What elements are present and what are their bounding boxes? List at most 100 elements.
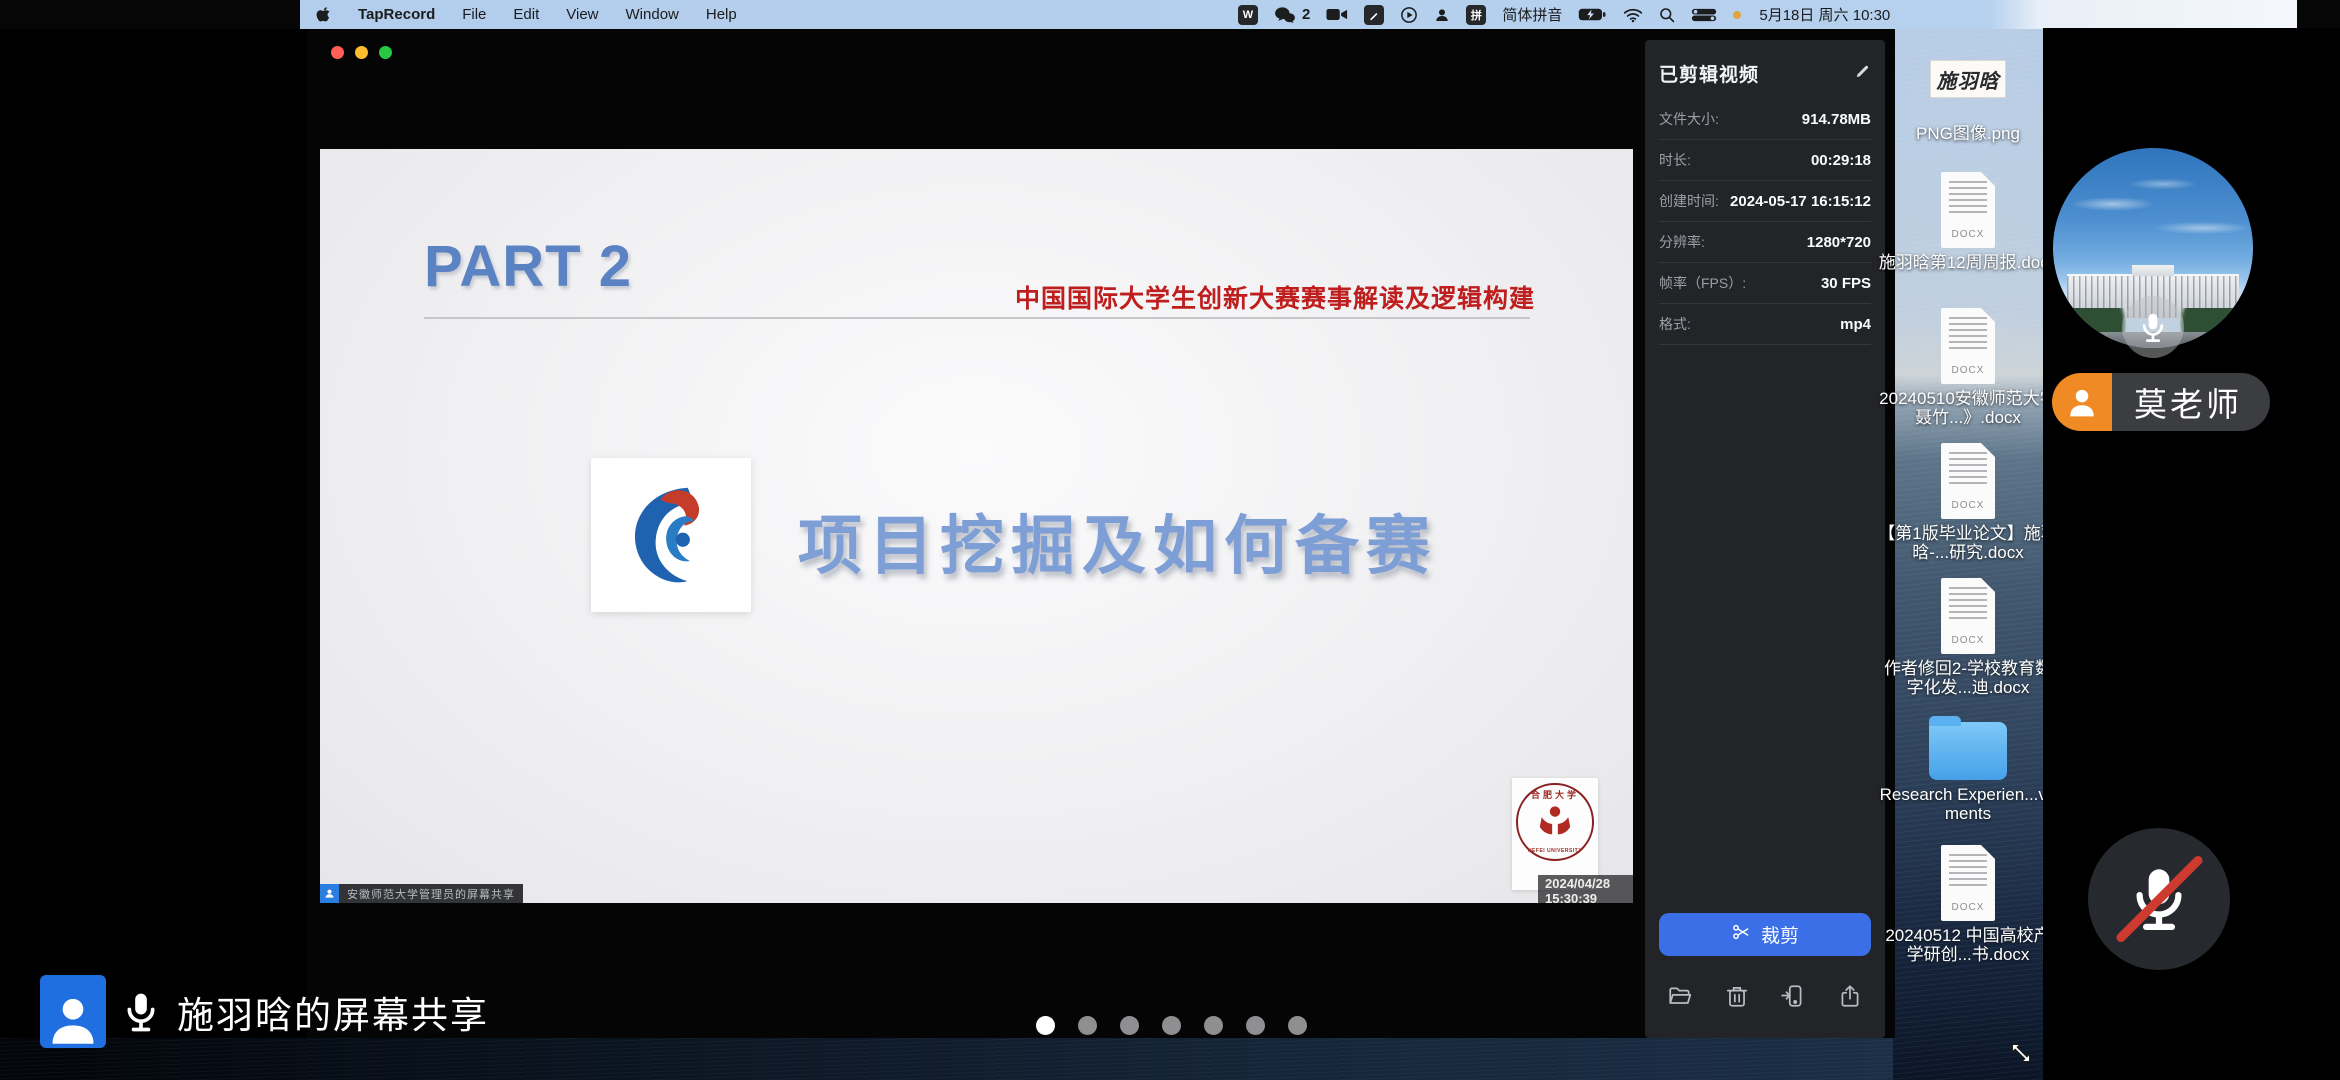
user-account-icon[interactable]	[1434, 7, 1450, 23]
info-row: 创建时间:2024-05-17 16:15:12	[1659, 181, 1871, 222]
desktop-icon-png[interactable]: 施羽晗 PNG图像.png	[1893, 60, 2043, 143]
control-center-icon[interactable]	[1691, 7, 1717, 23]
row-label: 分辨率:	[1659, 232, 1705, 252]
participant-person-icon	[2052, 373, 2112, 431]
resize-cursor	[2008, 1040, 2034, 1071]
crop-button-label: 裁剪	[1761, 921, 1799, 948]
info-row: 文件大小: 914.78MB	[1659, 99, 1871, 140]
video-info-panel: 已剪辑视频 文件大小: 914.78MB 时长:00:29:18 创建时间:202…	[1645, 40, 1885, 1038]
desktop-icon-docx[interactable]: DOCX 【第1版毕业论文】施羽晗-...研究.docx	[1893, 443, 2043, 562]
play-icon[interactable]	[1400, 6, 1418, 24]
seal-emblem	[1536, 803, 1574, 841]
slide-main-title: 项目挖掘及如何备赛	[798, 495, 1437, 587]
menu-window[interactable]: Window	[626, 6, 679, 23]
slide-part-label: PART 2	[424, 233, 632, 300]
banner-text: 安徽师范大学管理员的屏幕共享	[339, 884, 523, 903]
edit-pencil-icon[interactable]	[1854, 63, 1871, 85]
screen-share-hud: 施羽晗的屏幕共享	[40, 975, 489, 1048]
scissors-icon	[1731, 922, 1751, 948]
menubar-left-black-corner	[0, 0, 300, 29]
recording-timestamp: 2024/04/28 15:30:39	[1538, 875, 1633, 903]
sharer-avatar	[40, 975, 106, 1048]
folder-icon	[1929, 722, 2007, 780]
pagination-dot[interactable]	[1204, 1016, 1223, 1035]
slide-subtitle: 中国国际大学生创新大赛赛事解读及逻辑构建	[1015, 279, 1535, 315]
seal-bottom-text: HEFEI UNIVERSITY	[1518, 848, 1592, 854]
wifi-icon[interactable]	[1623, 7, 1643, 23]
row-label: 时长:	[1659, 150, 1691, 170]
info-row: 格式:mp4	[1659, 304, 1871, 345]
row-label: 文件大小:	[1659, 109, 1719, 129]
share-label: 施羽晗的屏幕共享	[177, 985, 489, 1039]
info-row: 帧率（FPS）:30 FPS	[1659, 263, 1871, 304]
apple-menu-icon[interactable]	[316, 6, 331, 23]
open-folder-icon[interactable]	[1667, 983, 1693, 1009]
crop-button[interactable]: 裁剪	[1659, 913, 1871, 956]
pen-app-icon[interactable]	[1364, 5, 1384, 25]
recorded-share-banner: 安徽师范大学管理员的屏幕共享	[320, 884, 523, 903]
info-row: 分辨率:1280*720	[1659, 222, 1871, 263]
wps-icon[interactable]: W	[1238, 5, 1258, 25]
pagination-dots	[1036, 1016, 1307, 1035]
icon-label: 20240510安徽师范大学聂竹...》.docx	[1877, 389, 2059, 427]
wechat-icon[interactable]	[1274, 6, 1296, 24]
icon-label: 20240512 中国高校产学研创...书.docx	[1877, 926, 2059, 964]
slide-divider-line	[424, 317, 1530, 319]
zoom-button[interactable]	[379, 46, 392, 59]
sharer-mic-icon	[121, 990, 161, 1034]
row-value: 30 FPS	[1821, 275, 1871, 292]
mute-button[interactable]	[2088, 828, 2230, 970]
png-thumbnail: 施羽晗	[1930, 60, 2006, 98]
video-preview-slide[interactable]: PART 2 中国国际大学生创新大赛赛事解读及逻辑构建 项目挖掘及如何备赛 合肥…	[320, 149, 1633, 903]
desktop-icon-docx[interactable]: DOCX 施羽晗第12周周报.docx	[1893, 172, 2043, 272]
menu-help[interactable]: Help	[706, 6, 737, 23]
share-export-icon[interactable]	[1837, 983, 1863, 1009]
menu-bar: TapRecord File Edit View Window Help W 2	[0, 0, 2340, 29]
menubar-app-name[interactable]: TapRecord	[358, 6, 435, 23]
pagination-dot[interactable]	[1036, 1016, 1055, 1035]
battery-icon[interactable]	[1578, 7, 1607, 22]
icon-label: 施羽晗第12周周报.docx	[1877, 253, 2059, 272]
icon-label: PNG图像.png	[1877, 124, 2059, 143]
info-row: 时长:00:29:18	[1659, 140, 1871, 181]
docx-file-icon: DOCX	[1941, 443, 1995, 519]
row-label: 格式:	[1659, 314, 1691, 334]
minimize-button[interactable]	[355, 46, 368, 59]
banner-person-icon	[320, 884, 339, 903]
pagination-dot[interactable]	[1246, 1016, 1265, 1035]
meeting-video-panel: 莫老师	[2043, 28, 2340, 1080]
menu-file[interactable]: File	[462, 6, 486, 23]
participant-name: 莫老师	[2112, 373, 2270, 431]
docx-file-icon: DOCX	[1941, 845, 1995, 921]
participant-mic-indicator	[2122, 296, 2184, 358]
desktop-icon-docx[interactable]: DOCX 20240510安徽师范大学聂竹...》.docx	[1893, 308, 2043, 427]
pagination-dot[interactable]	[1120, 1016, 1139, 1035]
wechat-badge-count: 2	[1302, 6, 1310, 23]
ime-icon[interactable]: 拼	[1466, 5, 1486, 25]
video-camera-icon[interactable]	[1326, 7, 1348, 22]
pagination-dot[interactable]	[1162, 1016, 1181, 1035]
pagination-dot[interactable]	[1288, 1016, 1307, 1035]
ime-name[interactable]: 简体拼音	[1502, 4, 1562, 25]
desktop-icon-folder[interactable]: Research Experien...vements	[1893, 722, 2043, 823]
participant-name-pill: 莫老师	[2052, 373, 2270, 431]
menu-view[interactable]: View	[566, 6, 598, 23]
desktop-icon-docx[interactable]: DOCX 20240512 中国高校产学研创...书.docx	[1893, 845, 2043, 964]
menubar-right-black-corner	[2297, 0, 2340, 29]
delete-trash-icon[interactable]	[1724, 983, 1750, 1009]
desktop-icon-docx[interactable]: DOCX 作者修回2-学校教育数字化发...迪.docx	[1893, 578, 2043, 697]
pagination-dot[interactable]	[1078, 1016, 1097, 1035]
recording-indicator-dot	[1733, 11, 1741, 19]
row-value: 914.78MB	[1802, 111, 1871, 128]
competition-logo	[591, 458, 751, 612]
panel-title: 已剪辑视频	[1659, 60, 1759, 87]
icon-label: Research Experien...vements	[1877, 785, 2059, 823]
docx-file-icon: DOCX	[1941, 578, 1995, 654]
close-button[interactable]	[331, 46, 344, 59]
send-to-device-icon[interactable]	[1780, 983, 1806, 1009]
docx-file-icon: DOCX	[1941, 308, 1995, 384]
row-label: 创建时间:	[1659, 191, 1719, 211]
menu-edit[interactable]: Edit	[513, 6, 539, 23]
search-icon[interactable]	[1659, 7, 1675, 23]
menubar-clock[interactable]: 5月18日 周六 10:30	[1759, 4, 1890, 25]
